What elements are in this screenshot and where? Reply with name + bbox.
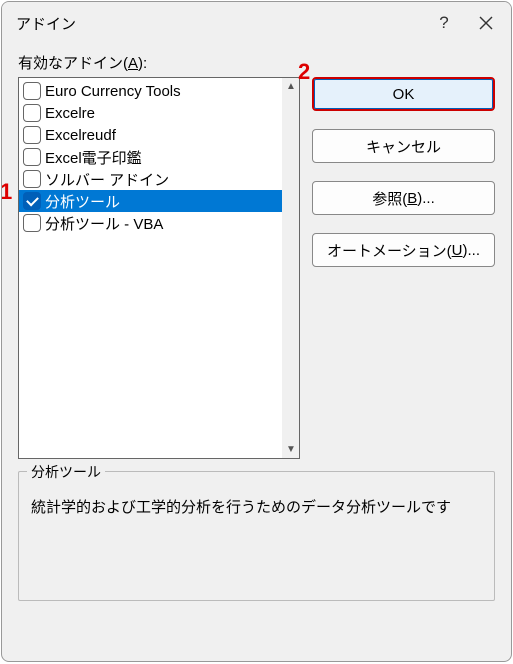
help-button[interactable]: ?	[423, 4, 465, 42]
list-item-label: Euro Currency Tools	[45, 83, 181, 100]
description-text: 統計学的および工学的分析を行うためのデータ分析ツールです	[31, 496, 482, 517]
checkbox[interactable]	[23, 192, 41, 210]
browse-post: )...	[417, 190, 435, 207]
titlebar: アドイン ?	[2, 2, 511, 44]
checkbox[interactable]	[23, 126, 41, 144]
automation-pre: オートメーション(	[327, 240, 452, 261]
list-item-label: Excelre	[45, 105, 95, 122]
close-button[interactable]	[465, 4, 507, 42]
list-wrap: Euro Currency Tools Excelre Excelreudf Exce…	[18, 77, 300, 459]
automation-post: )...	[463, 242, 481, 259]
scrollbar[interactable]: ▲ ▼	[282, 78, 299, 458]
label-accel: A	[128, 55, 138, 72]
available-addins-label: 有効なアドイン(A):	[18, 52, 495, 73]
addins-dialog: 1 2 アドイン ? 有効なアドイン(A): Euro Currency Too…	[1, 1, 512, 662]
checkbox[interactable]	[23, 170, 41, 188]
browse-button[interactable]: 参照(B)...	[312, 181, 495, 215]
label-prefix: 有効なアドイン(	[18, 55, 128, 72]
list-item[interactable]: Excelreudf	[19, 124, 282, 146]
browse-pre: 参照(	[372, 188, 407, 209]
list-inner: Euro Currency Tools Excelre Excelreudf Exce…	[19, 78, 282, 458]
automation-button[interactable]: オートメーション(U)...	[312, 233, 495, 267]
button-column: OK キャンセル 参照(B)... オートメーション(U)...	[312, 77, 495, 267]
list-item[interactable]: Excel電子印鑑	[19, 146, 282, 168]
scroll-down-icon[interactable]: ▼	[283, 441, 300, 458]
list-item[interactable]: 分析ツール	[19, 190, 282, 212]
label-suffix: ):	[138, 55, 147, 72]
main-row: Euro Currency Tools Excelre Excelreudf Exce…	[18, 77, 495, 459]
checkbox[interactable]	[23, 82, 41, 100]
scroll-up-icon[interactable]: ▲	[283, 78, 300, 95]
cancel-button[interactable]: キャンセル	[312, 129, 495, 163]
browse-accel: B	[407, 190, 417, 207]
addins-listbox[interactable]: Euro Currency Tools Excelre Excelreudf Exce…	[18, 77, 300, 459]
checkbox[interactable]	[23, 104, 41, 122]
list-item[interactable]: Euro Currency Tools	[19, 80, 282, 102]
dialog-title: アドイン	[16, 13, 423, 34]
list-item-label: ソルバー アドイン	[45, 169, 169, 190]
close-icon	[479, 16, 493, 30]
list-item-label: Excelreudf	[45, 127, 116, 144]
list-item-label: 分析ツール	[45, 191, 120, 212]
list-item-label: Excel電子印鑑	[45, 147, 142, 168]
checkbox[interactable]	[23, 148, 41, 166]
list-item[interactable]: Excelre	[19, 102, 282, 124]
automation-accel: U	[452, 242, 463, 259]
description-legend: 分析ツール	[27, 462, 105, 482]
list-item[interactable]: ソルバー アドイン	[19, 168, 282, 190]
list-item[interactable]: 分析ツール - VBA	[19, 212, 282, 234]
list-item-label: 分析ツール - VBA	[45, 213, 163, 234]
checkbox[interactable]	[23, 214, 41, 232]
description-group: 分析ツール 統計学的および工学的分析を行うためのデータ分析ツールです	[18, 471, 495, 601]
ok-button[interactable]: OK	[312, 77, 495, 111]
dialog-content: 有効なアドイン(A): Euro Currency Tools Excelre Ex…	[2, 44, 511, 615]
